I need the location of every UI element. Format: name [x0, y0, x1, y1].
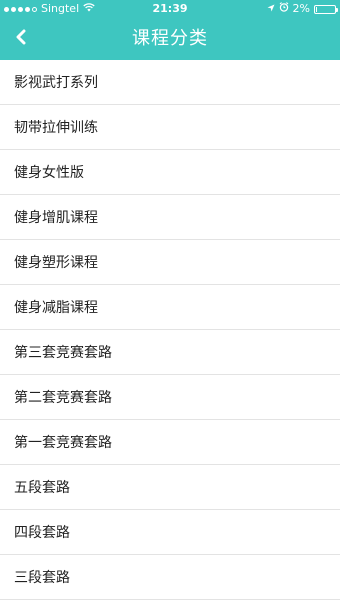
category-label: 第一套竞赛套路 — [14, 435, 112, 451]
category-item[interactable]: 三段套路 — [0, 555, 340, 600]
category-label: 四段套路 — [14, 525, 70, 541]
alarm-clock-icon — [279, 0, 289, 18]
category-item[interactable]: 韧带拉伸训练 — [0, 105, 340, 150]
category-item[interactable]: 健身塑形课程 — [0, 240, 340, 285]
chevron-left-icon — [14, 29, 28, 49]
category-label: 健身增肌课程 — [14, 210, 98, 226]
category-label: 第三套竞赛套路 — [14, 345, 112, 361]
category-item[interactable]: 第二套竞赛套路 — [0, 375, 340, 420]
category-label: 第二套竞赛套路 — [14, 390, 112, 406]
category-item[interactable]: 第一套竞赛套路 — [0, 420, 340, 465]
location-arrow-icon — [267, 0, 275, 18]
category-label: 健身女性版 — [14, 165, 84, 181]
nav-bar: 课程分类 — [0, 18, 340, 60]
category-item[interactable]: 影视武打系列 — [0, 60, 340, 105]
page-title: 课程分类 — [132, 28, 208, 49]
category-label: 韧带拉伸训练 — [14, 120, 98, 136]
app-screen: Singtel 21:39 2% 课程分类 影视武打系列 韧带拉伸训练 健身女性… — [0, 0, 340, 604]
category-item[interactable]: 四段套路 — [0, 510, 340, 555]
category-item[interactable]: 第三套竞赛套路 — [0, 330, 340, 375]
category-label: 三段套路 — [14, 570, 70, 586]
battery-fill — [316, 6, 317, 12]
category-item[interactable]: 健身女性版 — [0, 150, 340, 195]
category-label: 健身减脂课程 — [14, 300, 98, 316]
category-item[interactable]: 健身减脂课程 — [0, 285, 340, 330]
category-label: 健身塑形课程 — [14, 255, 98, 271]
battery-percent: 2% — [292, 2, 310, 15]
status-bar: Singtel 21:39 2% — [0, 0, 340, 18]
category-item[interactable]: 健身增肌课程 — [0, 195, 340, 240]
battery-icon — [314, 4, 338, 14]
header: Singtel 21:39 2% 课程分类 — [0, 0, 340, 60]
back-button[interactable] — [6, 24, 36, 54]
category-item[interactable]: 五段套路 — [0, 465, 340, 510]
status-right: 2% — [267, 0, 338, 18]
category-list: 影视武打系列 韧带拉伸训练 健身女性版健身增肌课程 健身塑形课程 健身减脂课程 第三套竞赛… — [0, 60, 340, 600]
category-label: 五段套路 — [14, 480, 70, 496]
category-label: 影视武打系列 — [14, 75, 98, 91]
